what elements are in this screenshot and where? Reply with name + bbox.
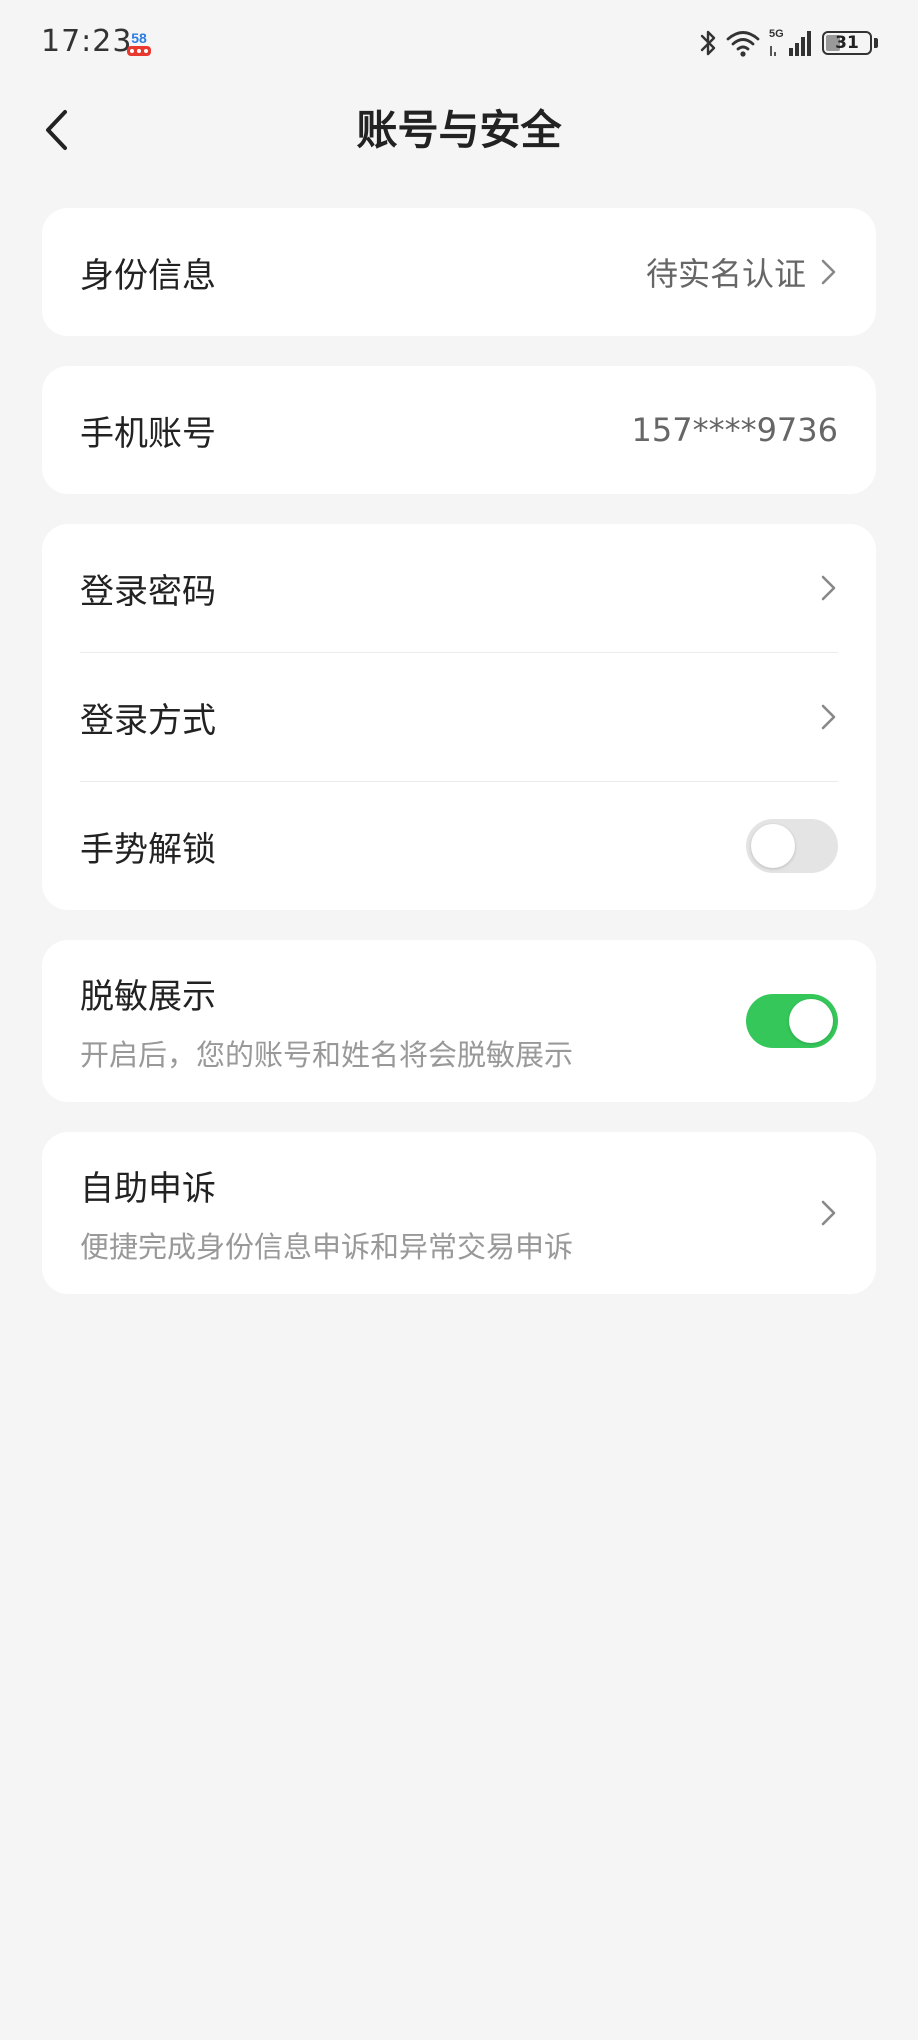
desensitize-description: 开启后，您的账号和姓名将会脱敏展示 — [80, 1037, 574, 1072]
phone-account-row: 手机账号 157****9736 — [80, 366, 838, 494]
identity-info-card[interactable]: 身份信息 待实名认证 — [42, 208, 876, 336]
status-icons: 5G 31 — [698, 26, 878, 60]
desensitize-card: 脱敏展示 开启后，您的账号和姓名将会脱敏展示 — [42, 940, 876, 1102]
status-time: 17:23 — [41, 24, 133, 59]
chevron-right-icon — [821, 575, 836, 601]
nav-header: 账号与安全 — [0, 90, 918, 166]
toggle-knob — [751, 824, 795, 868]
gesture-unlock-label: 手势解锁 — [80, 829, 216, 870]
gesture-unlock-row: 手势解锁 — [80, 782, 838, 910]
self-appeal-card[interactable]: 自助申诉 便捷完成身份信息申诉和异常交易申诉 — [42, 1132, 876, 1294]
self-appeal-text: 自助申诉 便捷完成身份信息申诉和异常交易申诉 — [80, 1161, 573, 1266]
identity-info-label: 身份信息 — [80, 255, 216, 296]
login-method-row[interactable]: 登录方式 — [80, 653, 838, 781]
self-appeal-label: 自助申诉 — [80, 1168, 216, 1209]
toggle-knob — [789, 999, 833, 1043]
identity-info-row[interactable]: 身份信息 待实名认证 — [80, 208, 838, 336]
app-58-notification-icon: 58 — [127, 30, 151, 56]
chevron-right-icon — [821, 259, 836, 285]
phone-account-card: 手机账号 157****9736 — [42, 366, 876, 494]
status-bar: 17:23 58 5G 31 — [0, 0, 918, 90]
login-password-label: 登录密码 — [80, 571, 216, 612]
page-title: 账号与安全 — [356, 106, 562, 154]
desensitize-row: 脱敏展示 开启后，您的账号和姓名将会脱敏展示 — [80, 940, 838, 1102]
chevron-right-icon — [821, 1200, 836, 1226]
gesture-unlock-toggle[interactable] — [746, 819, 838, 873]
desensitize-text: 脱敏展示 开启后，您的账号和姓名将会脱敏展示 — [80, 969, 573, 1074]
login-settings-card: 登录密码 登录方式 手势解锁 — [42, 524, 876, 910]
login-password-row[interactable]: 登录密码 — [80, 524, 838, 652]
battery-indicator: 31 — [822, 31, 878, 55]
battery-level: 31 — [835, 33, 859, 53]
phone-account-label: 手机账号 — [80, 413, 216, 454]
phone-number-value: 157****9736 — [631, 411, 838, 449]
login-method-label: 登录方式 — [80, 700, 216, 741]
identity-status-value: 待实名认证 — [645, 255, 806, 293]
svg-text:58: 58 — [131, 30, 147, 46]
cellular-signal-icon: 5G — [769, 28, 811, 56]
battery-icon: 31 — [822, 31, 872, 55]
self-appeal-description: 便捷完成身份信息申诉和异常交易申诉 — [80, 1229, 574, 1264]
desensitize-toggle[interactable] — [746, 994, 838, 1048]
self-appeal-row[interactable]: 自助申诉 便捷完成身份信息申诉和异常交易申诉 — [80, 1132, 838, 1294]
bluetooth-icon — [700, 30, 716, 56]
chevron-right-icon — [821, 704, 836, 730]
desensitize-label: 脱敏展示 — [80, 976, 216, 1017]
svg-text:5G: 5G — [769, 28, 784, 40]
wifi-icon — [726, 31, 760, 57]
